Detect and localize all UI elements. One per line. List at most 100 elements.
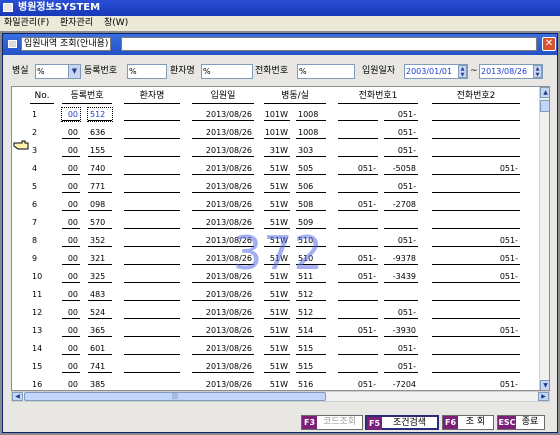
- cell-phone1-prefix[interactable]: 051-: [338, 162, 378, 175]
- cell-phone2[interactable]: [432, 198, 520, 211]
- cell-regno-prefix[interactable]: 00: [62, 252, 80, 265]
- cell-regno-suffix[interactable]: 524: [88, 306, 112, 319]
- table-row[interactable]: 15 00 741 2013/08/26 51W 515 051-: [12, 358, 538, 376]
- cell-no[interactable]: 9: [30, 252, 52, 265]
- exit-button[interactable]: ESC 종료: [497, 415, 545, 430]
- menu-file[interactable]: 화일관리(F): [2, 16, 51, 31]
- cell-regno-prefix[interactable]: 00: [62, 234, 80, 247]
- cell-phone1-suffix[interactable]: 051-: [384, 234, 418, 247]
- cell-regno-prefix[interactable]: 00: [62, 288, 80, 301]
- cell-regno-prefix[interactable]: 00: [62, 270, 80, 283]
- app-window-icon[interactable]: [3, 3, 13, 12]
- table-row[interactable]: 11 00 483 2013/08/26 51W 512: [12, 286, 538, 304]
- cell-name[interactable]: [124, 306, 180, 319]
- cell-phone2[interactable]: [432, 126, 520, 139]
- cell-regno-suffix[interactable]: 512: [87, 107, 113, 122]
- cell-regno-suffix[interactable]: 570: [88, 216, 112, 229]
- cell-room[interactable]: 1008: [296, 108, 326, 121]
- cell-phone2[interactable]: 051-: [432, 378, 520, 390]
- scroll-up-icon[interactable]: ▲: [540, 87, 549, 98]
- cell-regno-prefix[interactable]: 00: [62, 306, 80, 319]
- cell-regno-suffix[interactable]: 321: [88, 252, 112, 265]
- cell-regno-suffix[interactable]: 636: [88, 126, 112, 139]
- cell-name[interactable]: [124, 270, 180, 283]
- cell-no[interactable]: 7: [30, 216, 52, 229]
- cell-regno-suffix[interactable]: 741: [88, 360, 112, 373]
- cell-regno-prefix[interactable]: 00: [62, 216, 80, 229]
- table-row[interactable]: 3 00 155 2013/08/26 31W 303 051-: [12, 142, 538, 160]
- date-to-spinner[interactable]: ▲ ▼: [533, 65, 542, 78]
- hscroll-thumb[interactable]: |||: [24, 392, 326, 401]
- cell-name[interactable]: [124, 252, 180, 265]
- cell-admit-date[interactable]: 2013/08/26: [192, 306, 254, 319]
- cell-phone2[interactable]: [432, 180, 520, 193]
- code-lookup-button[interactable]: F3 코드조회: [301, 415, 363, 430]
- cell-name[interactable]: [124, 108, 180, 121]
- cell-phone1-suffix[interactable]: -3439: [384, 270, 418, 283]
- cell-phone2[interactable]: 051-: [432, 324, 520, 337]
- cell-admit-date[interactable]: 2013/08/26: [192, 126, 254, 139]
- cell-regno-prefix[interactable]: 00: [62, 342, 80, 355]
- cell-ward[interactable]: 51W: [264, 288, 290, 301]
- cell-name[interactable]: [124, 144, 180, 157]
- scroll-down-icon[interactable]: ▼: [540, 380, 549, 390]
- table-row[interactable]: 16 00 385 2013/08/26 51W 516 051- -7204 051-: [12, 376, 538, 390]
- cell-regno-prefix[interactable]: 00: [62, 378, 80, 390]
- phone-input[interactable]: %: [297, 64, 355, 79]
- cell-regno-suffix[interactable]: 365: [88, 324, 112, 337]
- cell-phone1-suffix[interactable]: 051-: [384, 144, 418, 157]
- cell-phone1-prefix[interactable]: [338, 234, 378, 247]
- cell-admit-date[interactable]: 2013/08/26: [192, 108, 254, 121]
- cell-phone1-suffix[interactable]: 051-: [384, 342, 418, 355]
- cell-regno-suffix[interactable]: 098: [88, 198, 112, 211]
- cell-phone1-suffix[interactable]: -2708: [384, 198, 418, 211]
- cell-room[interactable]: 508: [296, 198, 326, 211]
- cell-phone1-prefix[interactable]: [338, 126, 378, 139]
- cell-phone1-suffix[interactable]: 051-: [384, 360, 418, 373]
- cell-name[interactable]: [124, 216, 180, 229]
- cell-regno-suffix[interactable]: 740: [88, 162, 112, 175]
- cell-phone1-prefix[interactable]: [338, 360, 378, 373]
- cell-name[interactable]: [124, 180, 180, 193]
- cell-ward[interactable]: 101W: [264, 108, 290, 121]
- cell-ward[interactable]: 101W: [264, 126, 290, 139]
- cell-phone1-prefix[interactable]: [338, 108, 378, 121]
- cell-phone1-prefix[interactable]: [338, 288, 378, 301]
- cell-phone1-suffix[interactable]: -7204: [384, 378, 418, 390]
- cell-ward[interactable]: 51W: [264, 180, 290, 193]
- name-input[interactable]: %: [201, 64, 253, 79]
- cell-phone1-suffix[interactable]: 051-: [384, 108, 418, 121]
- table-row[interactable]: 13 00 365 2013/08/26 51W 514 051- -3930 051-: [12, 322, 538, 340]
- cell-regno-prefix[interactable]: 00: [62, 198, 80, 211]
- cell-phone2[interactable]: 051-: [432, 162, 520, 175]
- cell-room[interactable]: 515: [296, 360, 326, 373]
- cell-regno-prefix[interactable]: 00: [62, 360, 80, 373]
- cell-room[interactable]: 512: [296, 288, 326, 301]
- cell-regno-suffix[interactable]: 385: [88, 378, 112, 390]
- cell-ward[interactable]: 51W: [264, 342, 290, 355]
- cell-no[interactable]: 10: [30, 270, 52, 283]
- header-ward-room[interactable]: 병동/실: [264, 88, 326, 104]
- cell-phone1-suffix[interactable]: 051-: [384, 306, 418, 319]
- regno-input[interactable]: %: [127, 64, 167, 79]
- cell-regno-suffix[interactable]: 771: [88, 180, 112, 193]
- cell-phone1-suffix[interactable]: 051-: [384, 180, 418, 193]
- cell-phone1-suffix[interactable]: 051-: [384, 126, 418, 139]
- cell-room[interactable]: 514: [296, 324, 326, 337]
- cell-phone1-suffix[interactable]: [384, 288, 418, 301]
- cell-no[interactable]: 15: [30, 360, 52, 373]
- cell-room[interactable]: 505: [296, 162, 326, 175]
- cell-phone1-prefix[interactable]: 051-: [338, 378, 378, 390]
- cell-phone2[interactable]: 051-: [432, 234, 520, 247]
- table-row[interactable]: 2 00 636 2013/08/26 101W 1008 051-: [12, 124, 538, 142]
- cell-admit-date[interactable]: 2013/08/26: [192, 342, 254, 355]
- condition-search-button[interactable]: F5 조건검색: [365, 415, 439, 430]
- cell-no[interactable]: 4: [30, 162, 52, 175]
- table-row[interactable]: 12 00 524 2013/08/26 51W 512 051-: [12, 304, 538, 322]
- cell-regno-prefix[interactable]: 00: [62, 144, 80, 157]
- cell-name[interactable]: [124, 360, 180, 373]
- cell-admit-date[interactable]: 2013/08/26: [192, 144, 254, 157]
- cell-ward[interactable]: 51W: [264, 324, 290, 337]
- chevron-down-icon[interactable]: ▼: [68, 65, 80, 78]
- cell-name[interactable]: [124, 288, 180, 301]
